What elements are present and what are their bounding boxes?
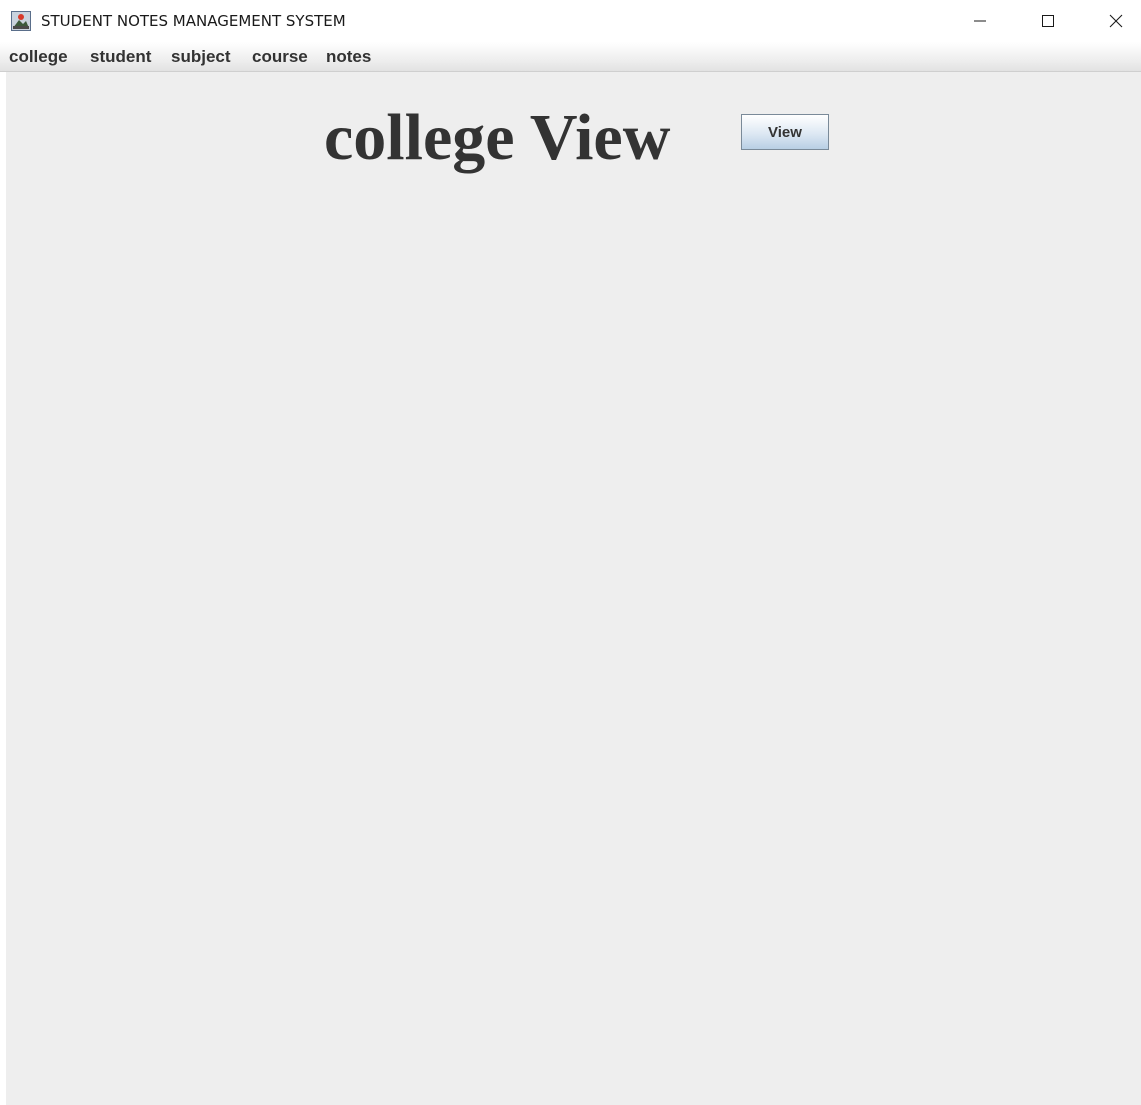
minimize-button[interactable] — [946, 0, 1014, 42]
app-window: STUDENT NOTES MANAGEMENT SYSTEM college … — [0, 0, 1141, 1105]
maximize-icon — [1042, 15, 1054, 27]
menu-bar: college student subject course notes — [0, 42, 1141, 72]
title-bar[interactable]: STUDENT NOTES MANAGEMENT SYSTEM — [0, 0, 1141, 42]
window-title: STUDENT NOTES MANAGEMENT SYSTEM — [41, 12, 346, 30]
java-app-icon — [11, 11, 31, 31]
menu-college[interactable]: college — [9, 47, 68, 67]
maximize-button[interactable] — [1014, 0, 1082, 42]
menu-subject[interactable]: subject — [171, 47, 231, 67]
menu-notes[interactable]: notes — [326, 47, 371, 67]
close-icon — [1109, 14, 1123, 28]
menu-student[interactable]: student — [90, 47, 151, 67]
menu-course[interactable]: course — [252, 47, 308, 67]
page-title: college View — [324, 101, 671, 174]
content-panel: college View View — [6, 72, 1141, 1105]
view-button[interactable]: View — [741, 114, 829, 150]
close-button[interactable] — [1082, 0, 1141, 42]
minimize-icon — [974, 20, 986, 22]
